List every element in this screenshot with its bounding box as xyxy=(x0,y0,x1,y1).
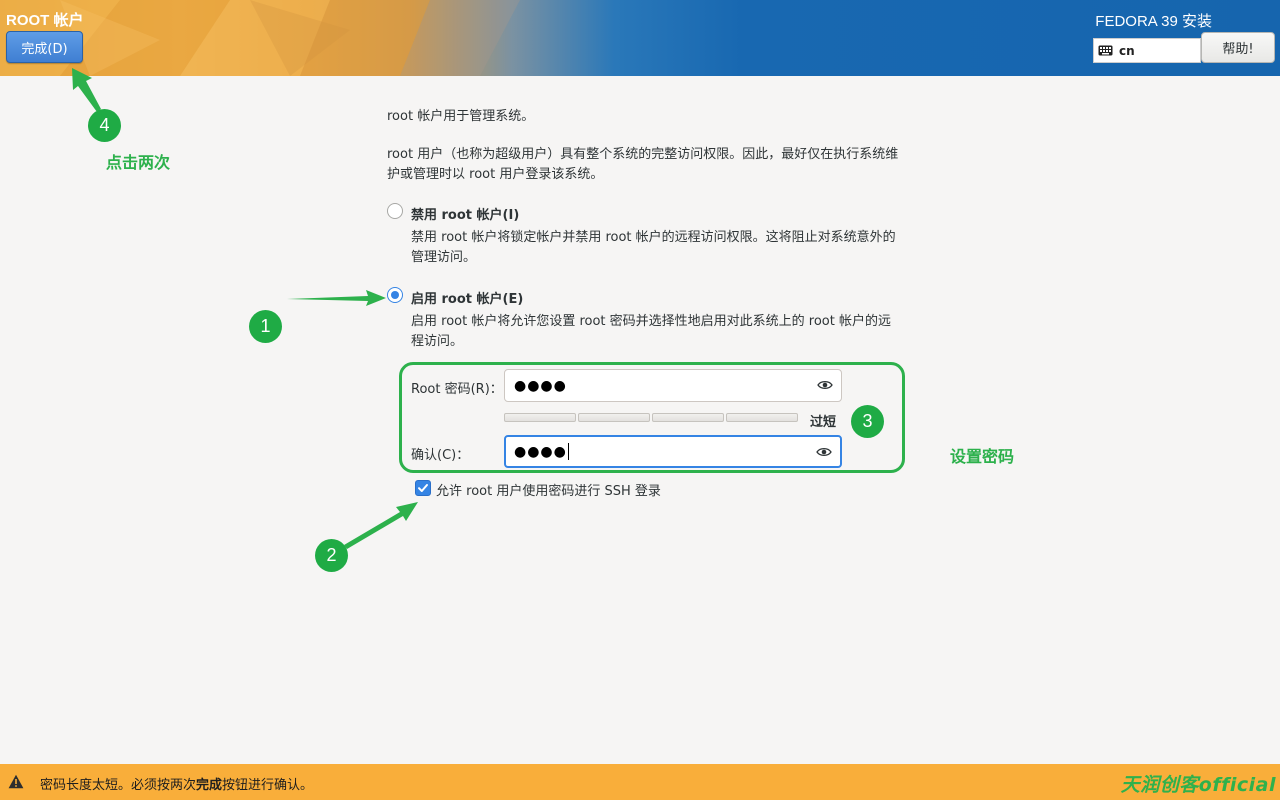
keyboard-layout-label: cn xyxy=(1119,43,1135,58)
enable-root-description: 启用 root 帐户将允许您设置 root 密码并选择性地启用对此系统上的 ro… xyxy=(411,314,891,349)
step-3-marker: 3 xyxy=(851,405,884,438)
watermark: 天润创客official xyxy=(1120,774,1276,796)
checkmark-icon xyxy=(418,484,428,492)
allow-ssh-label[interactable]: 允许 root 用户使用密码进行 SSH 登录 xyxy=(436,480,661,499)
warning-bar: 密码长度太短。必须按两次完成按钮进行确认。 天润创客official xyxy=(0,764,1280,800)
done-button[interactable]: 完成(D) xyxy=(6,31,83,63)
click-twice-note: 点击两次 xyxy=(106,153,171,172)
warning-message: 密码长度太短。必须按两次完成按钮进行确认。 xyxy=(40,774,313,793)
disable-root-radio[interactable] xyxy=(387,203,403,219)
arrow-step2 xyxy=(344,502,418,549)
enable-root-radio[interactable] xyxy=(387,287,403,303)
warning-text-part: 密码长度太短。必须按两次 xyxy=(40,778,197,793)
warning-icon xyxy=(8,774,24,789)
intro-text: root 帐户用于管理系统。 xyxy=(387,109,535,124)
warning-text-part: 按钮进行确认。 xyxy=(222,778,314,793)
page-title: ROOT 帐户 xyxy=(6,12,84,29)
intro-description: root 用户（也称为超级用户）具有整个系统的完整访问权限。因此，最好仅在执行系… xyxy=(387,147,899,182)
warning-text-bold: 完成 xyxy=(196,778,223,793)
enable-root-label[interactable]: 启用 root 帐户(E) xyxy=(411,288,523,307)
arrow-step1 xyxy=(287,290,386,306)
header-pattern xyxy=(0,0,520,76)
step-2-marker: 2 xyxy=(315,539,348,572)
step-4-marker: 4 xyxy=(88,109,121,142)
step-1-marker: 1 xyxy=(249,310,282,343)
disable-root-label[interactable]: 禁用 root 帐户(I) xyxy=(411,204,519,223)
header-bar: ROOT 帐户 完成(D) FEDORA 39 安装 cn 帮助! xyxy=(0,0,1280,76)
disable-root-description: 禁用 root 帐户将锁定帐户并禁用 root 帐户的远程访问权限。这将阻止对系… xyxy=(411,230,896,265)
product-title: FEDORA 39 安装 xyxy=(1095,13,1212,30)
set-password-note: 设置密码 xyxy=(950,447,1015,466)
help-button[interactable]: 帮助! xyxy=(1201,32,1275,63)
keyboard-layout-indicator[interactable]: cn xyxy=(1093,38,1201,63)
keyboard-icon xyxy=(1098,45,1113,56)
password-highlight-box xyxy=(399,362,905,473)
allow-ssh-checkbox[interactable] xyxy=(415,480,431,496)
